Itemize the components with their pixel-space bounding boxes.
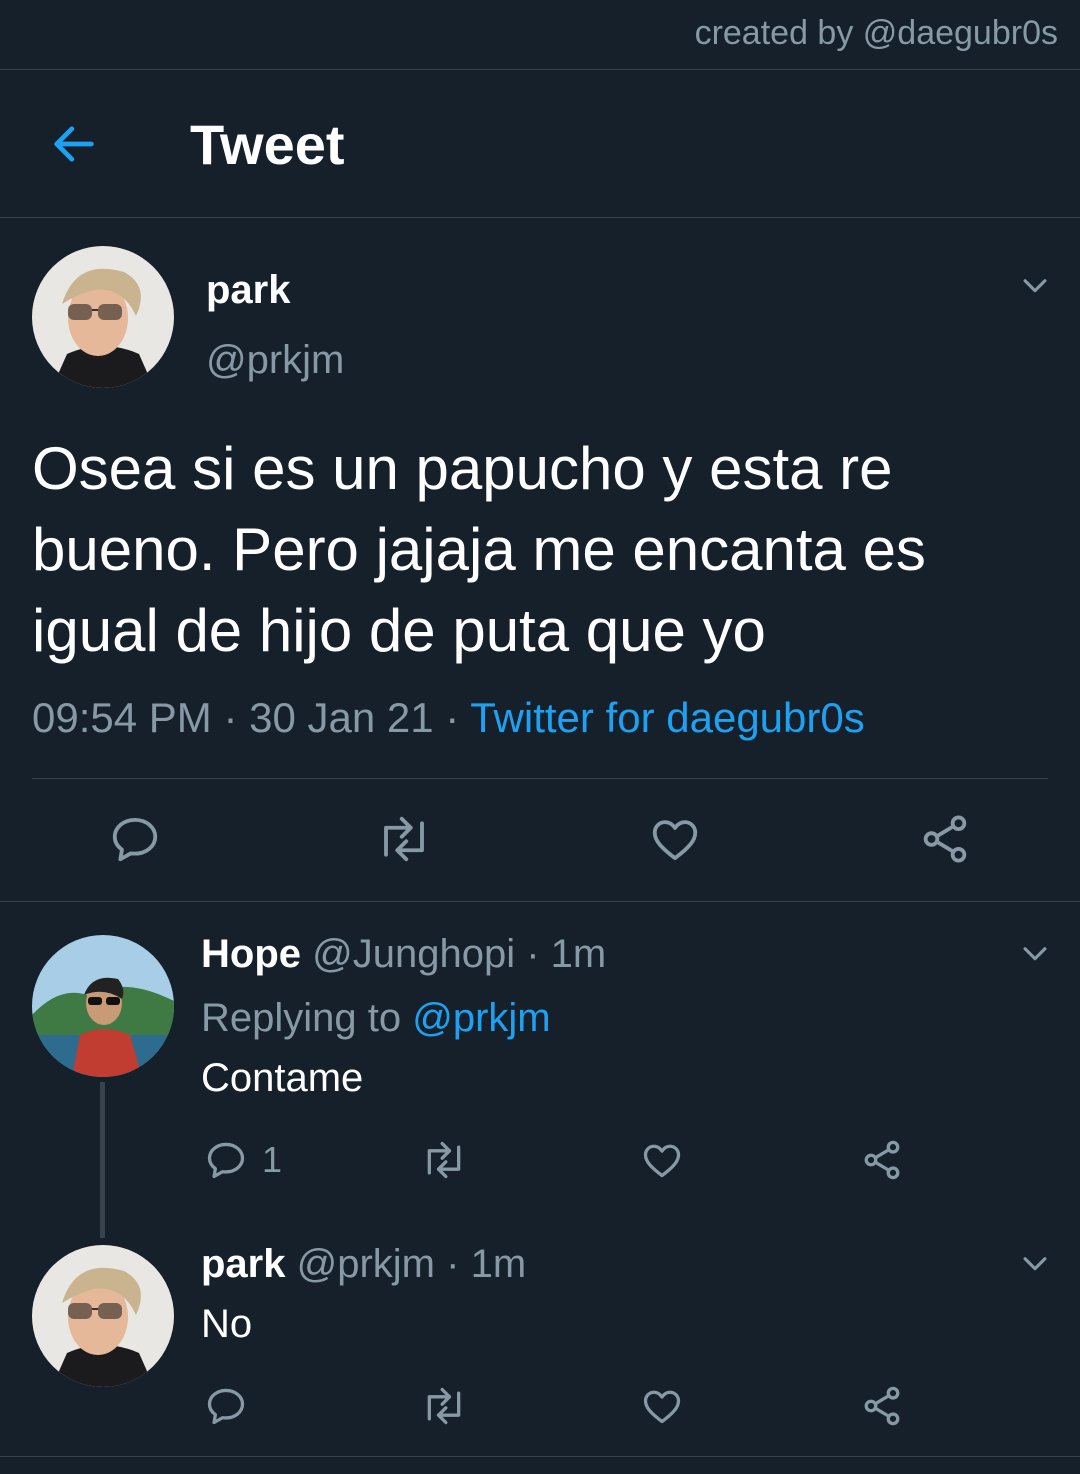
main-tweet-divider <box>0 901 1080 902</box>
avatar-photo <box>32 1245 174 1387</box>
reply-dot: · <box>446 1242 460 1286</box>
reply-action[interactable]: 1 <box>204 1138 282 1182</box>
meta-separator: · <box>445 694 460 741</box>
like-icon[interactable] <box>640 1384 684 1428</box>
watermark-credit: created by @daegubr0s <box>694 14 1058 52</box>
reply-author-name[interactable]: park <box>201 1242 286 1286</box>
reply-author-name[interactable]: Hope <box>201 932 301 976</box>
reply-header: Hope @Junghopi · 1m <box>201 932 606 977</box>
back-arrow-icon[interactable] <box>48 118 100 170</box>
chevron-down-icon[interactable] <box>1018 1246 1052 1280</box>
reply-icon[interactable] <box>204 1384 248 1428</box>
avatar[interactable] <box>32 935 174 1077</box>
replying-to-handle[interactable]: @prkjm <box>412 996 550 1040</box>
chevron-down-icon[interactable] <box>1018 268 1052 302</box>
page-title: Tweet <box>190 113 345 176</box>
tweet-meta: 09:54 PM · 30 Jan 21 · Twitter for daegu… <box>32 694 865 742</box>
like-icon[interactable] <box>648 812 702 866</box>
replying-to: Replying to @prkjm <box>201 996 551 1041</box>
retweet-icon[interactable] <box>374 812 434 866</box>
reply-dot: · <box>526 932 540 976</box>
reply-author-handle[interactable]: @prkjm <box>297 1242 435 1286</box>
reply-header: park @prkjm · 1m <box>201 1242 526 1287</box>
tweet-date: 30 Jan 21 <box>249 694 434 741</box>
share-icon[interactable] <box>860 1384 904 1428</box>
share-icon[interactable] <box>860 1138 904 1182</box>
avatar[interactable] <box>32 246 174 388</box>
avatar-photo <box>32 246 174 388</box>
top-divider <box>0 69 1080 70</box>
reply-time[interactable]: 1m <box>551 932 607 976</box>
reply-icon[interactable] <box>204 1138 248 1182</box>
replying-to-label: Replying to <box>201 996 402 1040</box>
avatar[interactable] <box>32 1245 174 1387</box>
tweet-text: Osea si es un papucho y esta re bueno. P… <box>32 435 926 664</box>
meta-separator: · <box>223 694 238 741</box>
share-icon[interactable] <box>918 812 972 866</box>
reply-text: Contame <box>201 1056 364 1100</box>
retweet-icon[interactable] <box>420 1138 468 1182</box>
reply-time[interactable]: 1m <box>471 1242 527 1286</box>
reply-count: 1 <box>262 1139 283 1180</box>
reply-icon[interactable] <box>108 812 162 866</box>
header-divider <box>0 217 1080 218</box>
like-icon[interactable] <box>640 1138 684 1182</box>
tweet-time: 09:54 PM <box>32 694 212 741</box>
reply-text: No <box>201 1302 253 1346</box>
tweet-source-link[interactable]: Twitter for daegubr0s <box>470 694 865 741</box>
reply-author-handle[interactable]: @Junghopi <box>312 932 515 976</box>
action-bar-divider <box>32 778 1048 779</box>
author-name[interactable]: park <box>206 268 291 313</box>
chevron-down-icon[interactable] <box>1018 936 1052 970</box>
bottom-divider <box>0 1456 1080 1457</box>
avatar-photo <box>32 935 174 1077</box>
author-handle[interactable]: @prkjm <box>206 338 344 383</box>
retweet-icon[interactable] <box>420 1384 468 1428</box>
thread-line <box>100 1082 105 1238</box>
